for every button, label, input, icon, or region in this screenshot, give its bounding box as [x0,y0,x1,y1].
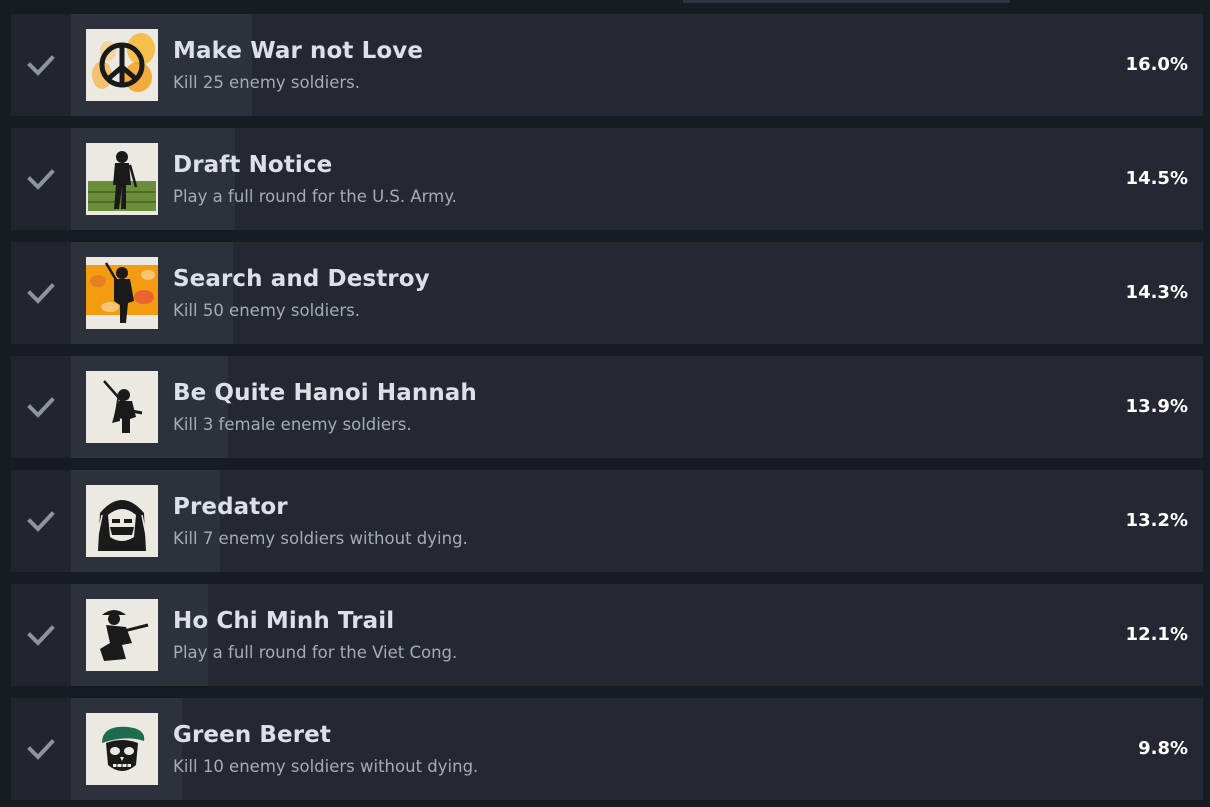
achievement-row[interactable]: Draft Notice Play a full round for the U… [11,128,1203,230]
unlocked-check-icon [11,470,71,572]
achievement-description: Kill 7 enemy soldiers without dying. [173,529,468,548]
achievement-row[interactable]: Predator Kill 7 enemy soldiers without d… [11,470,1203,572]
achievement-title: Green Beret [173,722,331,748]
female-soldier-icon [86,371,158,443]
achievement-row[interactable]: Be Quite Hanoi Hannah Kill 3 female enem… [11,356,1203,458]
achievement-title: Make War not Love [173,38,424,64]
unlocked-check-icon [11,698,71,800]
achievement-row[interactable]: Ho Chi Minh Trail Play a full round for … [11,584,1203,686]
achievement-description: Play a full round for the Viet Cong. [173,643,458,662]
unlock-percentage: 14.3% [1125,282,1188,303]
achievement-title: Draft Notice [173,152,333,178]
achievement-description: Kill 50 enemy soldiers. [173,301,361,320]
soldier-flames-icon [86,257,158,329]
unlock-percentage: 9.8% [1138,738,1188,759]
unlock-percentage: 13.2% [1125,510,1188,531]
achievement-row[interactable]: Search and Destroy Kill 50 enemy soldier… [11,242,1203,344]
unlocked-check-icon [11,356,71,458]
achievement-title: Search and Destroy [173,266,430,292]
camouflaged-face-icon [86,485,158,557]
unlocked-check-icon [11,14,71,116]
skull-green-beret-icon [86,713,158,785]
achievement-title: Be Quite Hanoi Hannah [173,380,477,406]
soldier-standing-icon [86,143,158,215]
crouching-soldier-icon [86,599,158,671]
peace-sign-fire-icon [86,29,158,101]
top-tab-indicator [683,0,1010,3]
achievement-row[interactable]: Make War not Love Kill 25 enemy soldiers… [11,14,1203,116]
unlocked-check-icon [11,242,71,344]
achievement-description: Kill 25 enemy soldiers. [173,73,361,92]
achievement-description: Play a full round for the U.S. Army. [173,187,457,206]
unlock-percentage: 16.0% [1125,54,1188,75]
achievement-description: Kill 3 female enemy soldiers. [173,415,412,434]
unlocked-check-icon [11,584,71,686]
unlock-percentage: 14.5% [1125,168,1188,189]
unlock-percentage: 12.1% [1125,624,1188,645]
achievement-title: Ho Chi Minh Trail [173,608,395,634]
unlock-percentage: 13.9% [1125,396,1188,417]
unlocked-check-icon [11,128,71,230]
achievement-title: Predator [173,494,288,520]
achievement-description: Kill 10 enemy soldiers without dying. [173,757,479,776]
achievement-row[interactable]: Green Beret Kill 10 enemy soldiers witho… [11,698,1203,800]
